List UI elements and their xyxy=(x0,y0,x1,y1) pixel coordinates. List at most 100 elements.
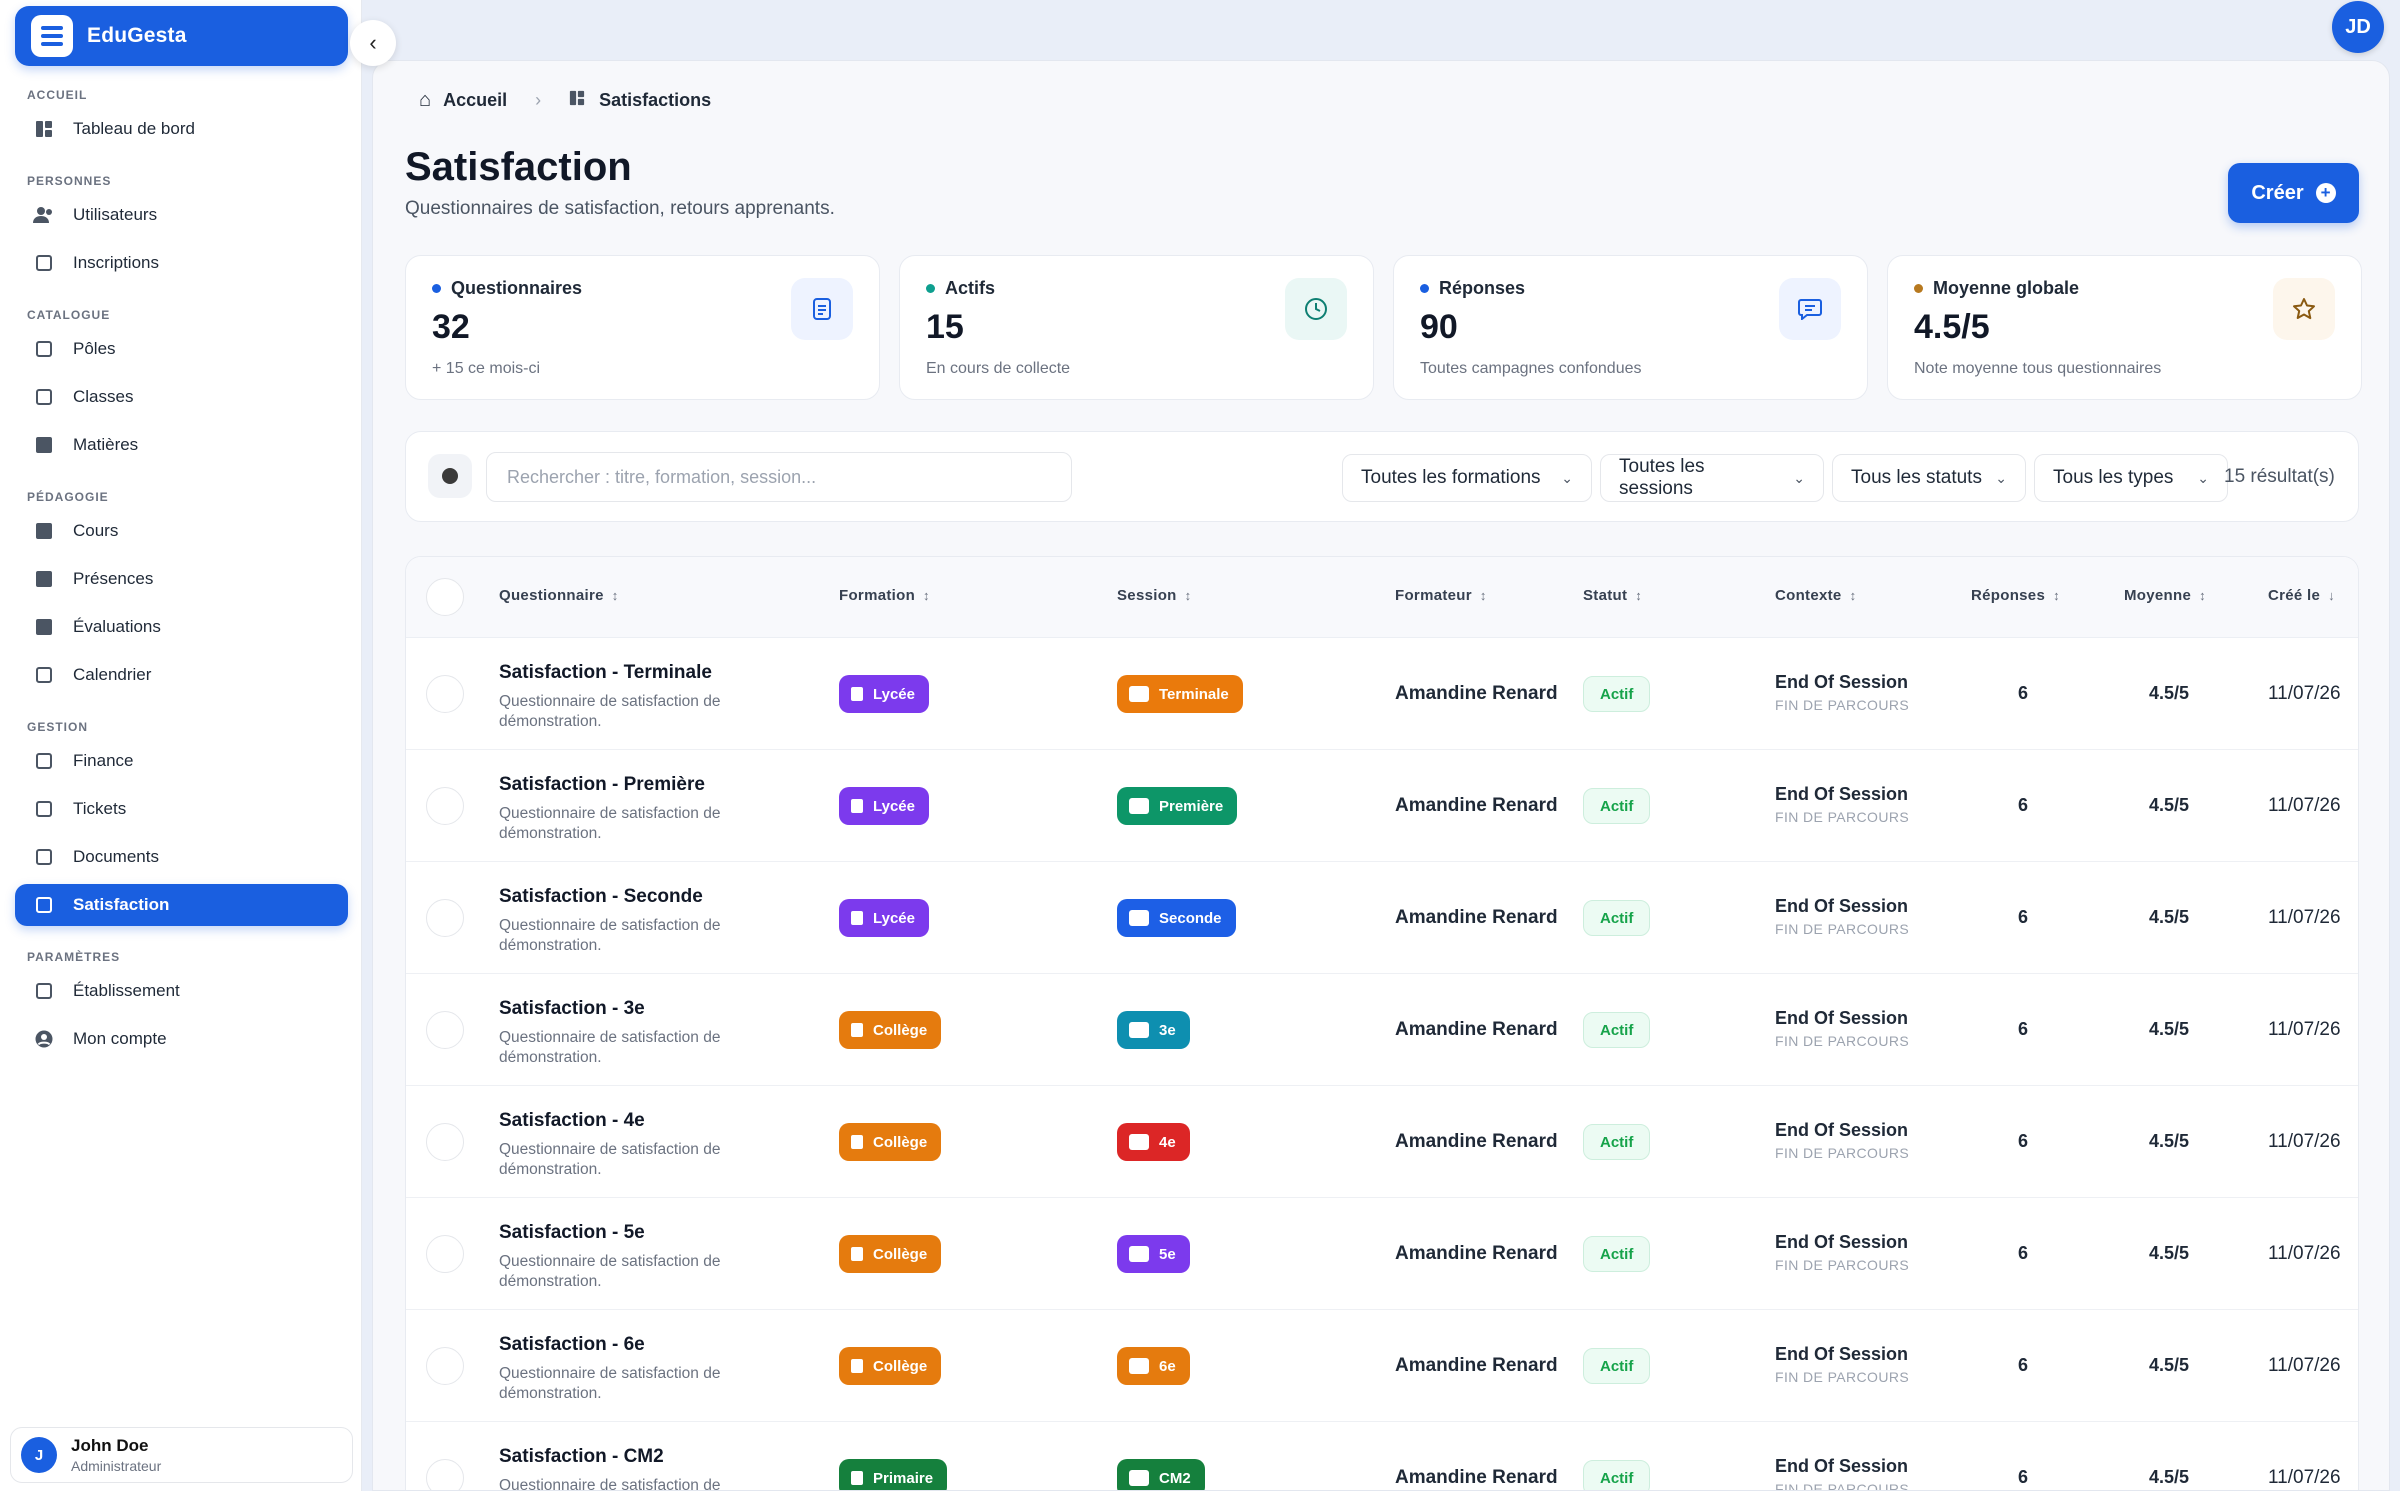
questionnaire-title[interactable]: Satisfaction - CM2 xyxy=(499,1446,664,1468)
formation-badge: Lycée xyxy=(839,675,929,713)
table-row[interactable]: Satisfaction - Seconde Questionnaire de s… xyxy=(406,862,2358,974)
user-card[interactable]: J John Doe Administrateur xyxy=(10,1427,353,1483)
questionnaire-title[interactable]: Satisfaction - 5e xyxy=(499,1222,645,1244)
type-select[interactable]: Tous les types ⌄ xyxy=(2034,454,2228,502)
questionnaire-title[interactable]: Satisfaction - Seconde xyxy=(499,886,703,908)
sidebar-item-utilisateurs[interactable]: Utilisateurs xyxy=(15,194,348,236)
document-icon xyxy=(791,278,853,340)
filters-bar: Toutes les formations ⌄ Toutes les sessio… xyxy=(405,431,2359,522)
column-header-contexte[interactable]: Contexte ↕ xyxy=(1775,587,1856,604)
sidebar-item-finance[interactable]: Finance xyxy=(15,740,348,782)
column-header-statut[interactable]: Statut ↕ xyxy=(1583,587,1642,604)
sidebar-item-inscriptions[interactable]: Inscriptions xyxy=(15,242,348,284)
trainer-name: Amandine Renard xyxy=(1395,1243,1558,1264)
questionnaire-title[interactable]: Satisfaction - Première xyxy=(499,774,705,796)
sort-icon: ↕ xyxy=(611,588,619,603)
session-badge: 4e xyxy=(1117,1123,1190,1161)
formation-label: Collège xyxy=(873,1133,928,1151)
sidebar-item-label: Calendrier xyxy=(73,665,152,684)
questionnaire-title[interactable]: Satisfaction - Terminale xyxy=(499,662,712,684)
sort-icon: ↕ xyxy=(1184,588,1192,603)
sidebar-item-label: Finance xyxy=(73,751,134,770)
dashboard-icon xyxy=(569,90,585,111)
sidebar-item-tickets[interactable]: Tickets xyxy=(15,788,348,830)
column-header-cree-le[interactable]: Créé le ↓ xyxy=(2268,587,2335,604)
column-header-formation[interactable]: Formation ↕ xyxy=(839,587,930,604)
status-badge: Actif xyxy=(1583,1348,1651,1384)
table-row[interactable]: Satisfaction - Première Questionnaire de … xyxy=(406,750,2358,862)
breadcrumb-current: Satisfactions xyxy=(599,90,712,110)
formation-select[interactable]: Toutes les formations ⌄ xyxy=(1342,454,1592,502)
questionnaire-description: Questionnaire de satisfaction de démonst… xyxy=(499,1253,721,1290)
table-row[interactable]: Satisfaction - 6e Questionnaire de satisf… xyxy=(406,1310,2358,1422)
questionnaire-description: Questionnaire de satisfaction de démonst… xyxy=(499,1477,721,1491)
brand-logo-button[interactable]: EduGesta xyxy=(15,6,348,66)
search-input[interactable] xyxy=(486,452,1072,502)
context-sublabel: FIN DE PARCOURS xyxy=(1775,1369,1910,1385)
table-row[interactable]: Satisfaction - Terminale Questionnaire de… xyxy=(406,638,2358,750)
kpi-note: Toutes campagnes confondues xyxy=(1420,360,1642,377)
calendar-icon xyxy=(33,664,55,686)
status-badge: Actif xyxy=(1583,1124,1651,1160)
created-date: 11/07/26 xyxy=(2268,1355,2341,1376)
kpi-label: Moyenne globale xyxy=(1933,278,2080,298)
session-icon xyxy=(1129,1358,1149,1374)
column-header-formateur[interactable]: Formateur ↕ xyxy=(1395,587,1487,604)
sidebar-item-calendrier[interactable]: Calendrier xyxy=(15,654,348,696)
table-row[interactable]: Satisfaction - 4e Questionnaire de satisf… xyxy=(406,1086,2358,1198)
context-label: End Of Session xyxy=(1775,896,1909,916)
home-icon: ⌂ xyxy=(419,89,432,111)
responses-count: 6 xyxy=(2018,907,2029,927)
sidebar-item-cours[interactable]: Cours xyxy=(15,510,348,552)
row-checkbox[interactable] xyxy=(426,787,464,825)
sidebar-item-documents[interactable]: Documents xyxy=(15,836,348,878)
sidebar-item-presences[interactable]: Présences xyxy=(15,558,348,600)
kpi-card-moyenne: Moyenne globale 4.5/5 Note moyenne tous … xyxy=(1887,255,2362,400)
book-icon xyxy=(851,1359,863,1373)
status-badge: Actif xyxy=(1583,1460,1651,1490)
sidebar-item-matieres[interactable]: Matières xyxy=(15,424,348,466)
questionnaire-title[interactable]: Satisfaction - 4e xyxy=(499,1110,645,1132)
row-checkbox[interactable] xyxy=(426,1235,464,1273)
row-checkbox[interactable] xyxy=(426,675,464,713)
session-select[interactable]: Toutes les sessions ⌄ xyxy=(1600,454,1824,502)
questionnaire-title[interactable]: Satisfaction - 3e xyxy=(499,998,645,1020)
table-row[interactable]: Satisfaction - CM2 Questionnaire de satis… xyxy=(406,1422,2358,1491)
sidebar-item-evaluations[interactable]: Évaluations xyxy=(15,606,348,648)
sidebar-item-label: Pôles xyxy=(73,339,116,358)
row-checkbox[interactable] xyxy=(426,899,464,937)
column-header-session[interactable]: Session ↕ xyxy=(1117,587,1191,604)
row-checkbox[interactable] xyxy=(426,1123,464,1161)
row-checkbox[interactable] xyxy=(426,1011,464,1049)
trainer-name: Amandine Renard xyxy=(1395,1467,1558,1488)
column-header-reponses[interactable]: Réponses ↕ xyxy=(1971,587,2060,604)
sidebar-item-etablissement[interactable]: Établissement xyxy=(15,970,348,1012)
sidebar-item-label: Établissement xyxy=(73,981,180,1000)
table-row[interactable]: Satisfaction - 5e Questionnaire de satisf… xyxy=(406,1198,2358,1310)
created-date: 11/07/26 xyxy=(2268,795,2341,816)
row-checkbox[interactable] xyxy=(426,1347,464,1385)
create-button[interactable]: Créer + xyxy=(2228,163,2359,223)
session-badge: Terminale xyxy=(1117,675,1243,713)
context-label: End Of Session xyxy=(1775,1456,1909,1476)
main-content: ⌂ Accueil › Satisfactions Satisfaction Q… xyxy=(372,60,2390,1491)
profile-avatar-button[interactable]: JD xyxy=(2332,1,2384,53)
sidebar-item-tableau-de-bord[interactable]: Tableau de bord xyxy=(15,108,348,150)
questionnaire-title[interactable]: Satisfaction - 6e xyxy=(499,1334,645,1356)
row-checkbox[interactable] xyxy=(426,1459,464,1490)
column-header-questionnaire[interactable]: Questionnaire ↕ xyxy=(499,587,619,604)
sort-desc-icon: ↓ xyxy=(2328,588,2335,603)
status-select[interactable]: Tous les statuts ⌄ xyxy=(1832,454,2026,502)
sidebar-item-classes[interactable]: Classes xyxy=(15,376,348,418)
collapse-sidebar-button[interactable]: ‹ xyxy=(350,20,396,66)
sidebar-item-poles[interactable]: Pôles xyxy=(15,328,348,370)
formation-label: Lycée xyxy=(873,685,915,703)
column-header-moyenne[interactable]: Moyenne ↕ xyxy=(2124,587,2206,604)
responses-count: 6 xyxy=(2018,1467,2029,1487)
table-row[interactable]: Satisfaction - 3e Questionnaire de satisf… xyxy=(406,974,2358,1086)
sidebar-item-mon-compte[interactable]: Mon compte xyxy=(15,1018,348,1060)
breadcrumb-home-link[interactable]: Accueil xyxy=(443,90,507,111)
filter-toggle-button[interactable] xyxy=(428,454,472,498)
sidebar-item-satisfaction[interactable]: Satisfaction xyxy=(15,884,348,926)
select-all-checkbox[interactable] xyxy=(426,578,464,616)
